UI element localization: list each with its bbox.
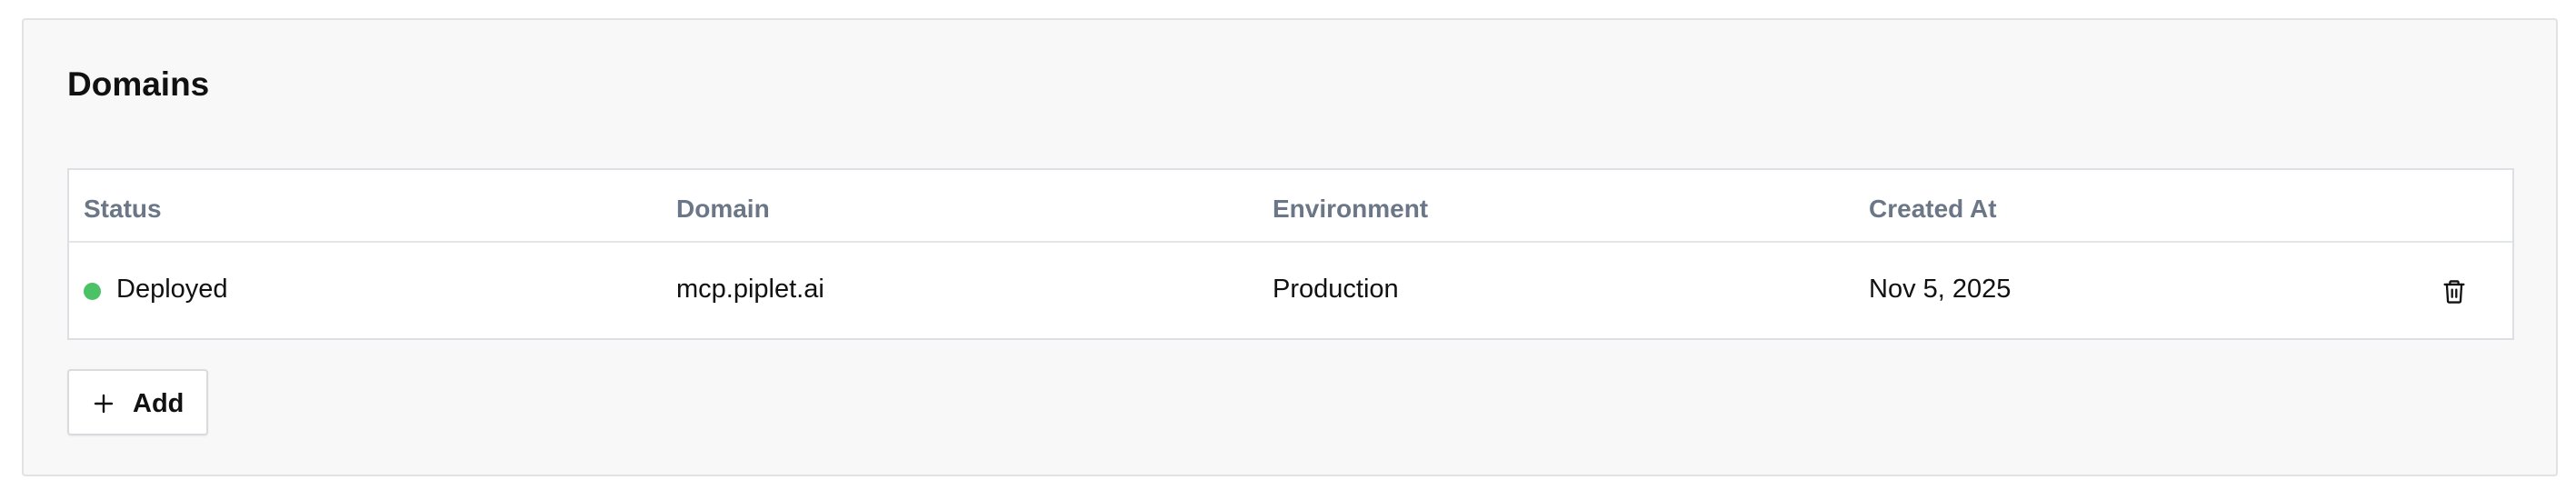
plus-icon [94, 394, 114, 414]
column-header-domain: Domain [676, 195, 770, 223]
column-header-created-at: Created At [1869, 195, 1997, 223]
trash-icon [2443, 280, 2465, 304]
status-text: Deployed [116, 275, 228, 304]
section-title: Domains [67, 65, 210, 103]
created-at-cell: Nov 5, 2025 [1869, 275, 2012, 304]
table-header: Status Domain Environment Created At [69, 170, 2512, 243]
column-header-environment: Environment [1273, 195, 1429, 223]
delete-domain-button[interactable] [2438, 275, 2471, 308]
domain-cell: mcp.piplet.ai [676, 275, 824, 304]
environment-cell: Production [1273, 275, 1399, 304]
add-domain-button[interactable]: Add [67, 369, 208, 435]
domains-card: Domains Status Domain Environment Create… [22, 18, 2558, 476]
domains-table: Status Domain Environment Created At Dep… [67, 168, 2514, 340]
add-button-label: Add [133, 389, 185, 418]
column-header-status: Status [84, 195, 162, 223]
table-row: Deployed mcp.piplet.ai Production Nov 5,… [69, 243, 2512, 338]
status-indicator-dot [84, 283, 101, 300]
